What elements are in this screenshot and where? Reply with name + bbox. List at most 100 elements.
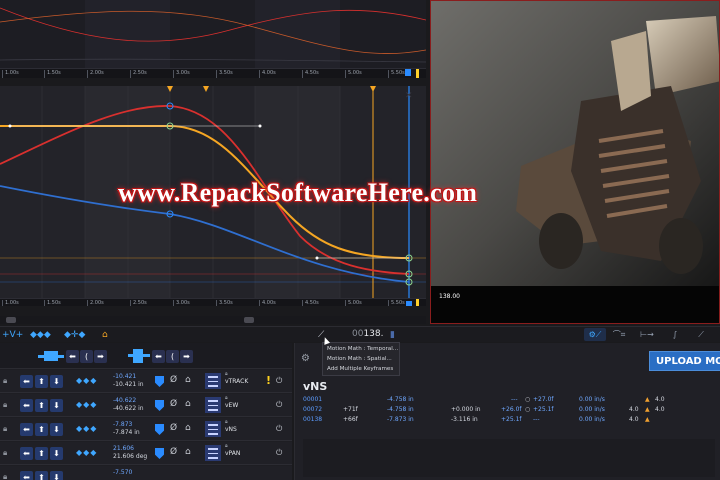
overview-ruler[interactable]: 1.00s 1.50s 2.00s 2.50s 3.00s 3.50s 4.00… — [0, 68, 426, 78]
power-icon[interactable]: ⏻ — [276, 448, 282, 458]
shield-icon[interactable] — [155, 400, 164, 411]
ease-icon[interactable]: ∫ — [664, 328, 686, 341]
arrow-left-button[interactable]: ⬅ — [20, 447, 33, 460]
power-icon[interactable]: ⏻ — [276, 376, 282, 386]
arrow-up-button[interactable]: ⬆ — [35, 471, 48, 480]
lock-icon[interactable]: 🔒︎ — [3, 448, 7, 458]
hamburger-menu-icon[interactable] — [205, 421, 221, 437]
arrow-down-button[interactable]: ⬇ — [50, 447, 63, 460]
arrow-left-button[interactable]: ⬅ — [152, 350, 165, 363]
track-value-b[interactable]: 21.606 deg — [113, 453, 147, 460]
table-row[interactable]: 00138 +66f -7.873 in -3.116 in +25.1f --… — [295, 415, 715, 425]
home-icon[interactable]: ⌂ — [102, 329, 108, 341]
track-row[interactable]: 🔒︎ ⬅ ⬆ ⬇ ◆◆◆ 21.606 21.606 deg Ø ⌂ 🔒︎ vP… — [0, 442, 292, 465]
arrow-down-button[interactable]: ⬇ — [50, 399, 63, 412]
arrow-right-button[interactable]: ➡ — [180, 350, 193, 363]
arrow-left-button[interactable]: ⬅ — [20, 399, 33, 412]
null-icon[interactable]: Ø — [170, 447, 177, 457]
bracket-left-button[interactable]: ( — [80, 350, 93, 363]
end-marker[interactable] — [416, 299, 419, 306]
insert-key-icon[interactable]: ⊢→ — [636, 328, 658, 341]
lock-icon[interactable]: 🔒︎ — [3, 400, 7, 410]
home-icon[interactable]: ⌂ — [185, 399, 191, 409]
scroll-handle-left[interactable] — [6, 317, 16, 323]
home-icon[interactable]: ⌂ — [185, 375, 191, 385]
playhead-marker[interactable] — [405, 69, 411, 76]
graph-scrollbar[interactable] — [0, 316, 426, 324]
track-value-b[interactable]: -40.622 in — [113, 405, 144, 412]
home-icon[interactable]: ⌂ — [185, 447, 191, 457]
row-id: 00001 — [303, 396, 323, 403]
lock-icon[interactable]: 🔒︎ — [3, 424, 7, 434]
track-value-b[interactable]: -7.874 in — [113, 429, 140, 436]
frame-prefix: 00 — [352, 329, 364, 339]
menu-item-motion-math-spatial[interactable]: Motion Math : Spatial... — [323, 354, 399, 364]
power-icon[interactable]: ⏻ — [276, 424, 282, 434]
overview-graph[interactable]: 1.00s 1.50s 2.00s 2.50s 3.00s 3.50s 4.00… — [0, 0, 426, 78]
slider-thumb[interactable] — [44, 351, 58, 361]
lock-icon[interactable]: 🔒︎ — [3, 376, 7, 386]
arrow-down-button[interactable]: ⬇ — [50, 375, 63, 388]
shield-icon[interactable] — [155, 376, 164, 387]
ruler-tick: 1.50s — [44, 300, 61, 306]
cell: +0.000 in — [451, 406, 481, 413]
null-icon[interactable]: Ø — [170, 423, 177, 433]
hamburger-menu-icon[interactable] — [205, 373, 221, 389]
cell: -4.758 in — [387, 406, 414, 413]
frame-counter[interactable]: 00138. — [352, 329, 384, 339]
arrow-up-button[interactable]: ⬆ — [35, 399, 48, 412]
table-row[interactable]: 00072 +71f -4.758 in +0.000 in +26.0f ○ … — [295, 405, 715, 415]
null-icon[interactable]: Ø — [170, 399, 177, 409]
menu-item-motion-math-temporal[interactable]: Motion Math : Temporal... — [323, 344, 399, 354]
crosshair-nav-icon[interactable]: ◆✛◆ — [64, 329, 85, 341]
upload-button[interactable]: UPLOAD MO — [649, 351, 720, 371]
playhead-marker[interactable] — [406, 301, 412, 306]
hamburger-menu-icon[interactable] — [205, 445, 221, 461]
arrow-up-button[interactable]: ⬆ — [35, 423, 48, 436]
plus-v-icon[interactable]: +V+ — [2, 329, 23, 341]
hamburger-menu-icon[interactable] — [205, 397, 221, 413]
track-row[interactable]: 🔒︎ ⬅ ⬆ ⬇ ◆◆◆ -40.622 -40.622 in Ø ⌂ 🔒︎ v… — [0, 394, 292, 417]
arrow-up-button[interactable]: ⬆ — [35, 375, 48, 388]
track-value-b[interactable]: -10.421 in — [113, 381, 144, 388]
lock-icon[interactable]: 🔒︎ — [3, 472, 7, 480]
video-preview[interactable]: 138.00 — [430, 0, 720, 324]
shield-icon[interactable] — [155, 448, 164, 459]
diamond-nav-icon[interactable]: ◆◆◆ — [76, 424, 97, 433]
gear-curve-icon[interactable]: ⚙⟋ — [584, 328, 606, 341]
ruler-tick: 1.00s — [2, 70, 19, 78]
cell: 0.00 in/s — [579, 406, 605, 413]
arrow-up-button[interactable]: ⬆ — [35, 447, 48, 460]
main-ruler[interactable]: 1.00s 1.50s 2.00s 2.50s 3.00s 3.50s 4.00… — [0, 298, 426, 306]
track-row[interactable]: 🔒︎ ⬅ ⬆ ⬇ ◆◆◆ -7.873 -7.874 in Ø ⌂ 🔒︎ vNS… — [0, 418, 292, 441]
shield-icon[interactable] — [155, 424, 164, 435]
track-row[interactable]: 🔒︎ ⬅ ⬆ ⬇ ◆◆◆ -10.421 -10.421 in Ø ⌂ 🔒︎ v… — [0, 370, 292, 393]
slider-thumb[interactable] — [133, 349, 143, 363]
menu-item-add-multiple-keyframes[interactable]: Add Multiple Keyframes — [323, 364, 399, 374]
arrow-left-button[interactable]: ⬅ — [20, 375, 33, 388]
track-row[interactable]: 🔒︎ ⬅ ⬆ ⬇ -7.570 — [0, 466, 292, 480]
bracket-left-button[interactable]: ( — [166, 350, 179, 363]
video-frame-image — [431, 1, 719, 323]
arrow-left-button[interactable]: ⬅ — [20, 423, 33, 436]
diamond-nav-icon[interactable]: ◆◆◆ — [76, 376, 97, 385]
trash-icon[interactable]: ▮ — [390, 329, 395, 341]
arrow-down-button[interactable]: ⬇ — [50, 423, 63, 436]
arrow-left-button[interactable]: ⬅ — [66, 350, 79, 363]
null-icon[interactable]: Ø — [170, 375, 177, 385]
diamond-nav-icon[interactable]: ◆◆◆ — [76, 448, 97, 457]
gear-icon[interactable]: ⚙ — [301, 353, 310, 364]
warning-icon[interactable]: ! — [266, 374, 271, 387]
end-marker[interactable] — [416, 69, 419, 78]
diamond-nav-icon[interactable]: ◆◆◆ — [76, 400, 97, 409]
arrow-down-button[interactable]: ⬇ — [50, 471, 63, 480]
linear-icon[interactable]: ⟋ — [690, 328, 712, 341]
table-row[interactable]: 00001 -4.758 in --- ○ +27.0f 0.00 in/s ▲… — [295, 395, 715, 405]
arrow-right-button[interactable]: ➡ — [94, 350, 107, 363]
scroll-handle-right[interactable] — [244, 317, 254, 323]
power-icon[interactable]: ⏻ — [276, 400, 282, 410]
home-icon[interactable]: ⌂ — [185, 423, 191, 433]
curve-edit-icon[interactable]: ⌒⌗ — [608, 328, 630, 341]
diamond-nav-icon[interactable]: ◆◆◆ — [30, 329, 51, 341]
arrow-left-button[interactable]: ⬅ — [20, 471, 33, 480]
